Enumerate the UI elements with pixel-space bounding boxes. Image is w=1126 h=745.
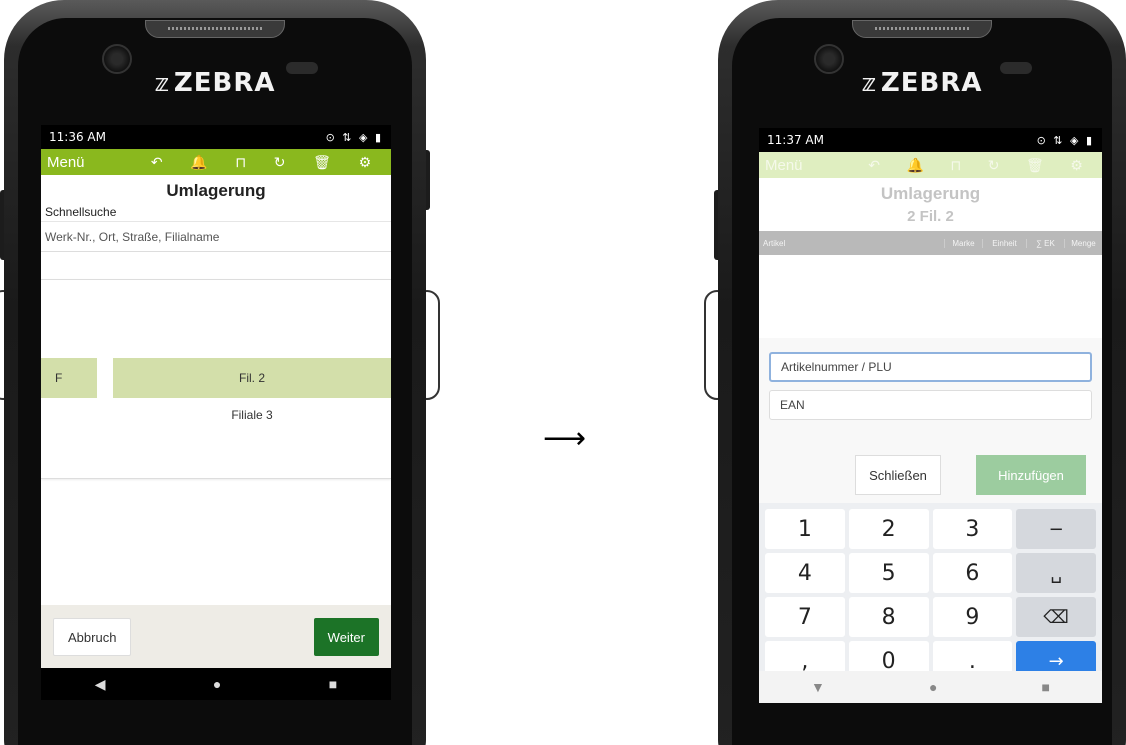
add-button[interactable]: Hinzufügen [976, 455, 1086, 495]
branch-list: F Fil. 2 Filiale 3 [41, 279, 391, 479]
recents-icon[interactable]: ■ [329, 676, 337, 692]
key-3[interactable]: 3 [932, 509, 1013, 549]
row-divider [97, 358, 113, 398]
home-icon[interactable]: ● [213, 676, 221, 692]
minus-key[interactable]: − [1016, 509, 1096, 549]
key-5[interactable]: 5 [848, 553, 929, 593]
trash-icon[interactable]: 🗑 [313, 154, 331, 171]
key-4[interactable]: 4 [765, 553, 845, 593]
key-7[interactable]: 7 [765, 597, 845, 637]
app-toolbar: Menü ↶ 🔔 ⊓ ↻ 🗑 ⚙ [759, 152, 1102, 178]
status-icons: ⊙ ⇅ ◈ ▮ [325, 130, 383, 144]
status-time: 11:37 AM [767, 133, 824, 147]
inbox-icon[interactable]: ⊓ [235, 154, 246, 171]
brand-logo: 𝕫 ZEBRA [154, 68, 276, 98]
quick-search-label: Schnellsuche [41, 201, 391, 222]
menu-button[interactable]: Menü [47, 154, 137, 171]
page-subtitle: 2 Fil. 2 [907, 208, 954, 225]
gear-icon: ⚙ [1070, 156, 1083, 173]
key-6[interactable]: 6 [932, 553, 1013, 593]
key-9[interactable]: 9 [932, 597, 1013, 637]
key-8[interactable]: 8 [848, 597, 929, 637]
left-phone: 𝕫 ZEBRA 11:36 AM ⊙ ⇅ ◈ ▮ Menü ↶ 🔔 ⊓ ↻ 🗑 ⚙… [0, 0, 440, 745]
branch-code: F [55, 371, 63, 385]
search-input[interactable]: Werk-Nr., Ort, Straße, Filialname [41, 222, 391, 252]
bell-icon: 🔔 [906, 156, 924, 173]
app-screen: 11:37 AM ⊙ ⇅ ◈ ▮ Menü ↶ 🔔 ⊓ ↻ 🗑 ⚙ Umlage… [759, 128, 1102, 703]
app-toolbar: Menü ↶ 🔔 ⊓ ↻ 🗑 ⚙ [41, 149, 391, 175]
bell-icon[interactable]: 🔔 [190, 154, 207, 171]
page-title: Umlagerung [166, 181, 266, 200]
right-phone: 𝕫 ZEBRA 11:37 AM ⊙ ⇅ ◈ ▮ Menü ↶ 🔔 ⊓ ↻ 🗑 ⚙… [704, 0, 1126, 745]
footer-bar: Abbruch Weiter [41, 605, 391, 669]
column-header-unit: Einheit [982, 238, 1026, 248]
key-1[interactable]: 1 [765, 509, 845, 549]
column-header-brand: Marke [944, 238, 982, 248]
cancel-button[interactable]: Abbruch [53, 618, 132, 656]
recents-icon[interactable]: ■ [1041, 679, 1049, 695]
system-nav-bar: ◀ ● ■ [41, 668, 391, 700]
menu-button: Menü [765, 156, 803, 174]
brand-logo: 𝕫 ZEBRA [861, 68, 983, 98]
inbox-icon: ⊓ [950, 156, 962, 173]
history-icon: ↶ [868, 156, 880, 173]
space-key[interactable]: ␣ [1016, 553, 1096, 593]
status-bar: 11:37 AM ⊙ ⇅ ◈ ▮ [759, 128, 1102, 152]
sync-icon: ↻ [987, 156, 1000, 173]
trash-icon: 🗑 [1025, 156, 1044, 173]
status-bar: 11:36 AM ⊙ ⇅ ◈ ▮ [41, 125, 391, 149]
status-icons: ⊙ ⇅ ◈ ▮ [1036, 133, 1094, 147]
system-nav-bar: ▼ ● ■ [759, 671, 1102, 703]
history-icon[interactable]: ↶ [151, 154, 163, 171]
back-icon[interactable]: ◀ [95, 676, 106, 693]
gear-icon[interactable]: ⚙ [359, 154, 372, 171]
key-2[interactable]: 2 [848, 509, 929, 549]
earpiece-speaker [852, 20, 992, 38]
close-button[interactable]: Schließen [855, 455, 941, 495]
list-item-selected[interactable]: F Fil. 2 [41, 358, 391, 398]
backspace-key[interactable]: ⌫ [1016, 597, 1096, 637]
add-article-dialog: Artikelnummer / PLU EAN Schließen Hinzuf… [759, 338, 1102, 503]
page-title: Umlagerung [880, 184, 981, 203]
table-header: Artikel Marke Einheit ∑ EK Menge [759, 231, 1102, 255]
branch-name: Fil. 2 [238, 371, 265, 385]
sync-icon[interactable]: ↻ [274, 154, 286, 171]
ean-input[interactable]: EAN [769, 390, 1092, 420]
home-icon[interactable]: ● [929, 679, 937, 695]
hide-keyboard-icon[interactable]: ▼ [811, 679, 825, 695]
transition-arrow: ⟶ [543, 421, 587, 456]
column-header-quantity: Menge [1064, 238, 1102, 248]
column-header-article: Artikel [763, 238, 786, 248]
column-header-purchase-total: ∑ EK [1026, 238, 1064, 248]
app-screen: 11:36 AM ⊙ ⇅ ◈ ▮ Menü ↶ 🔔 ⊓ ↻ 🗑 ⚙ Umlage… [41, 125, 391, 700]
list-item[interactable]: Filiale 3 [113, 408, 391, 430]
status-time: 11:36 AM [49, 130, 106, 144]
next-button[interactable]: Weiter [313, 618, 379, 656]
earpiece-speaker [145, 20, 285, 38]
article-number-input[interactable]: Artikelnummer / PLU [769, 352, 1092, 382]
